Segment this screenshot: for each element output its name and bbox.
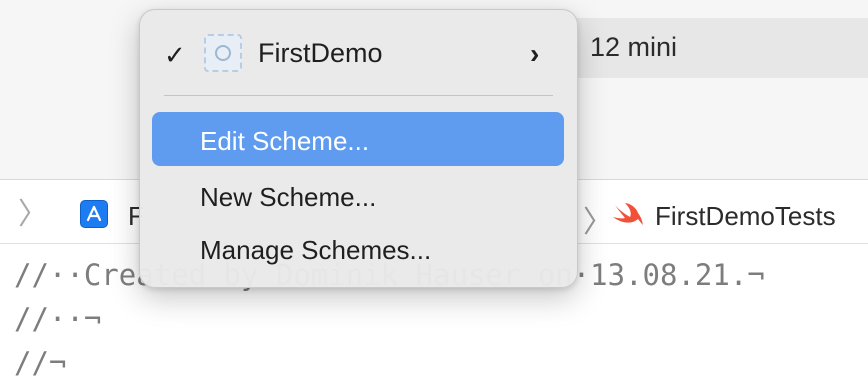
breadcrumb-separator-icon: 〉 (583, 206, 613, 239)
scheme-name: FirstDemo (258, 38, 383, 68)
scheme-target-icon (204, 34, 242, 72)
menu-item-label: New Scheme... (200, 182, 377, 212)
menu-item-label: Manage Schemes... (200, 235, 432, 265)
edit-scheme-item[interactable]: Edit Scheme... (152, 112, 564, 166)
code-line: //¬ (14, 346, 67, 380)
scheme-menu: ✓ FirstDemo › Edit Scheme... New Scheme.… (139, 9, 578, 288)
run-destination-label[interactable]: 12 mini (590, 32, 677, 63)
manage-schemes-item[interactable]: Manage Schemes... (152, 221, 564, 275)
chevron-right-icon: › (530, 38, 540, 69)
new-scheme-item[interactable]: New Scheme... (152, 168, 564, 222)
menu-item-label: Edit Scheme... (200, 126, 370, 156)
chevron-right-icon[interactable]: 〉 (18, 200, 48, 230)
jump-bar-tests-label[interactable]: FirstDemoTests (655, 201, 836, 232)
app-store-icon (80, 200, 108, 228)
menu-separator (164, 95, 553, 96)
swift-icon (611, 201, 645, 234)
checkmark-icon: ✓ (164, 40, 186, 70)
code-line: //··¬ (14, 302, 102, 336)
scheme-item-firstdemo[interactable]: ✓ FirstDemo › (140, 10, 577, 90)
